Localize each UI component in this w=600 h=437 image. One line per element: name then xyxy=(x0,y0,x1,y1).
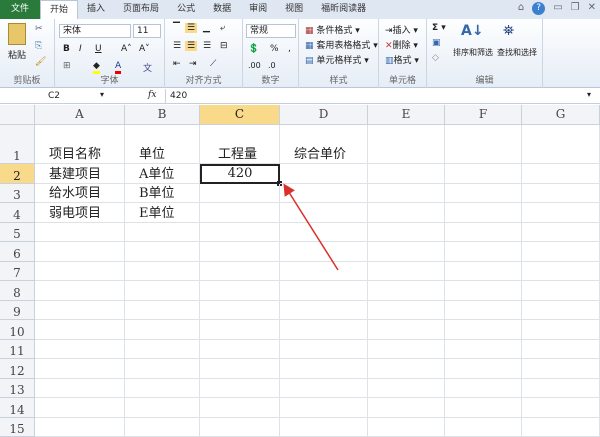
arrow-line xyxy=(283,183,339,271)
annotation-arrow xyxy=(283,183,339,271)
